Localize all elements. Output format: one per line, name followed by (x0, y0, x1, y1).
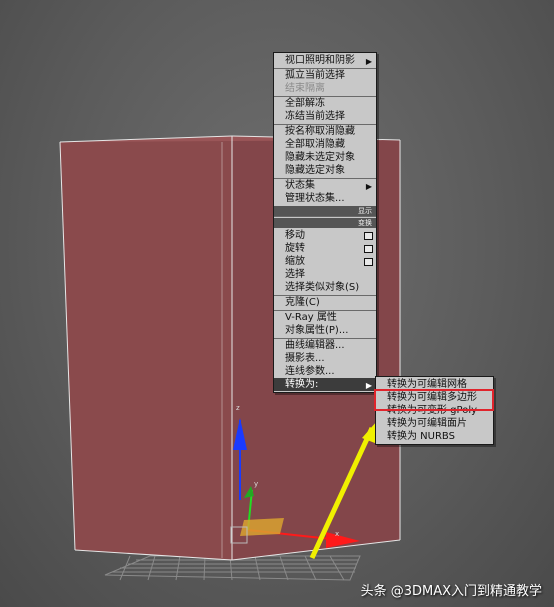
settings-box-icon[interactable] (364, 245, 373, 253)
menu-item-label: 管理状态集... (285, 193, 345, 204)
quad-header-transform: 变换 (274, 218, 376, 228)
menu-item-label: 结束隔离 (285, 83, 325, 94)
settings-box-icon[interactable] (364, 232, 373, 240)
x-axis-label: x (335, 530, 340, 538)
menu-item-label: 全部取消隐藏 (285, 139, 345, 150)
menu-item-wire-parameters[interactable]: 连线参数... (274, 365, 376, 378)
menu-item-rotate[interactable]: 旋转 (274, 242, 376, 255)
menu-item-label: 冻结当前选择 (285, 111, 345, 122)
highlight-rectangle (374, 389, 494, 411)
quad-header-display: 显示 (274, 206, 376, 216)
menu-item-label: 摄影表... (285, 353, 325, 364)
menu-item-freeze-selection[interactable]: 冻结当前选择 (274, 110, 376, 123)
y-axis-label: y (254, 480, 259, 488)
menu-item-label: 按名称取消隐藏 (285, 126, 355, 137)
menu-item-label: 视口照明和阴影 (285, 55, 355, 66)
menu-item-clone[interactable]: 克隆(C) (274, 296, 376, 309)
menu-item-label: 移动 (285, 230, 305, 241)
menu-item-scale[interactable]: 缩放 (274, 255, 376, 268)
z-axis-label: z (236, 404, 240, 412)
menu-item-label: 曲线编辑器... (285, 340, 345, 351)
menu-item-label: 选择类似对象(S) (285, 282, 360, 293)
menu-item-label: 孤立当前选择 (285, 70, 345, 81)
menu-item-viewport-lighting[interactable]: 视口照明和阴影 ▶ (274, 54, 376, 67)
menu-item-hide-unselected[interactable]: 隐藏未选定对象 (274, 151, 376, 164)
menu-item-select[interactable]: 选择 (274, 268, 376, 281)
menu-item-hide-selection[interactable]: 隐藏选定对象 (274, 164, 376, 177)
menu-item-unhide-by-name[interactable]: 按名称取消隐藏 (274, 125, 376, 138)
quad-context-menu: 视口照明和阴影 ▶ 孤立当前选择 结束隔离 全部解冻 冻结当前选择 按名称取消隐藏… (273, 52, 377, 393)
submenu-item-label: 转换为可编辑面片 (387, 418, 467, 429)
menu-item-state-sets[interactable]: 状态集 ▶ (274, 179, 376, 192)
watermark: 头条 @3DMAX入门到精通教学 (360, 584, 542, 599)
menu-item-label: 连线参数... (285, 366, 335, 377)
menu-item-label: 状态集 (285, 180, 315, 191)
submenu-arrow-icon: ▶ (365, 381, 372, 390)
submenu-item-nurbs[interactable]: 转换为 NURBS (376, 430, 493, 443)
menu-item-label: 克隆(C) (285, 297, 320, 308)
menu-item-end-isolate: 结束隔离 (274, 82, 376, 95)
menu-item-label: 隐藏选定对象 (285, 165, 345, 176)
submenu-item-label: 转换为 NURBS (387, 431, 455, 442)
menu-item-label: 隐藏未选定对象 (285, 152, 355, 163)
menu-item-convert-to[interactable]: 转换为: ▶ (274, 378, 376, 391)
menu-item-label: V-Ray 属性 (285, 312, 337, 323)
menu-item-unfreeze-all[interactable]: 全部解冻 (274, 97, 376, 110)
menu-separator (274, 216, 376, 217)
menu-item-label: 全部解冻 (285, 98, 325, 109)
menu-item-object-properties[interactable]: 对象属性(P)... (274, 324, 376, 337)
menu-item-label: 缩放 (285, 256, 305, 267)
menu-item-select-similar[interactable]: 选择类似对象(S) (274, 281, 376, 294)
submenu-item-editable-patch[interactable]: 转换为可编辑面片 (376, 417, 493, 430)
menu-item-curve-editor[interactable]: 曲线编辑器... (274, 339, 376, 352)
menu-item-dope-sheet[interactable]: 摄影表... (274, 352, 376, 365)
menu-item-label: 旋转 (285, 243, 305, 254)
menu-item-isolate-selection[interactable]: 孤立当前选择 (274, 69, 376, 82)
menu-item-label: 转换为: (285, 379, 319, 390)
menu-item-unhide-all[interactable]: 全部取消隐藏 (274, 138, 376, 151)
submenu-arrow-icon: ▶ (365, 57, 372, 66)
menu-item-label: 选择 (285, 269, 305, 280)
menu-item-label: 对象属性(P)... (285, 325, 349, 336)
settings-box-icon[interactable] (364, 258, 373, 266)
menu-item-manage-state-sets[interactable]: 管理状态集... (274, 192, 376, 205)
menu-item-move[interactable]: 移动 (274, 229, 376, 242)
menu-item-vray-properties[interactable]: V-Ray 属性 (274, 311, 376, 324)
